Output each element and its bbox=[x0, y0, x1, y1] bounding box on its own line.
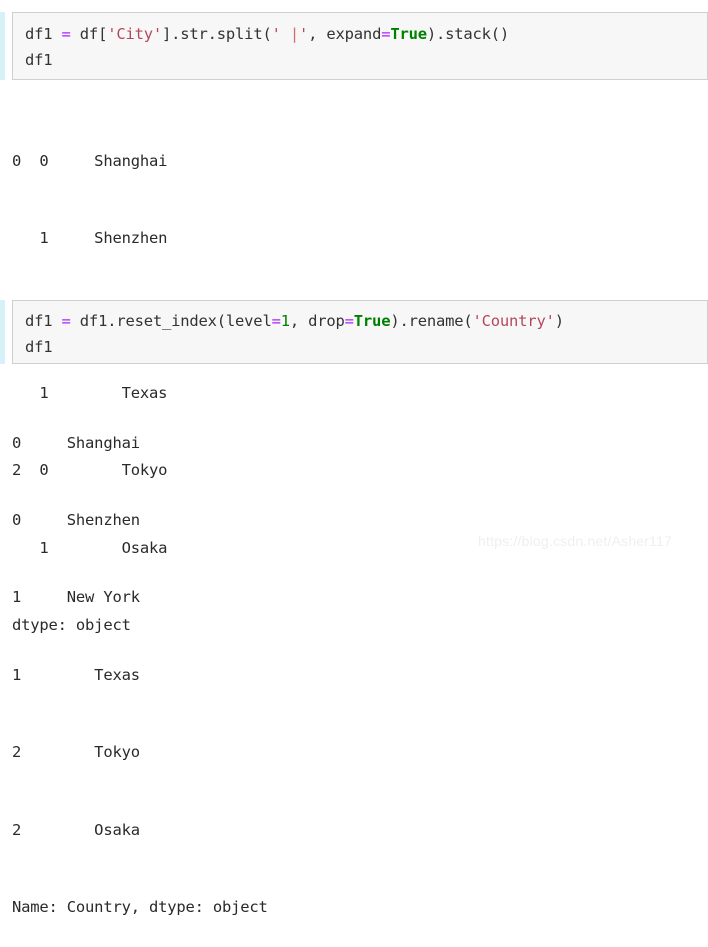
code-token: , expand bbox=[308, 25, 382, 43]
in-prompt-bar-cell-1 bbox=[0, 12, 5, 80]
output-row: 0 0 Shanghai bbox=[12, 151, 168, 170]
code-token: , drop bbox=[289, 312, 345, 330]
code-token: ].str.split( bbox=[162, 25, 272, 43]
code-token: df1 bbox=[25, 312, 62, 330]
code-cell-2[interactable]: df1 = df1.reset_index(level=1, drop=True… bbox=[12, 300, 708, 364]
code-token: = bbox=[344, 312, 354, 330]
code-token: ).rename( bbox=[390, 312, 473, 330]
code-token: = bbox=[381, 25, 391, 43]
code-line-2-2: df1 bbox=[13, 334, 707, 360]
code-token: = bbox=[271, 312, 281, 330]
code-line-1-2: df1 bbox=[13, 47, 707, 73]
output-row: 1 Texas bbox=[12, 665, 140, 684]
output-row: 0 Shenzhen bbox=[12, 510, 140, 529]
cell-2-output: 0 Shanghai 0 Shenzhen 1 New York 1 Texas… bbox=[12, 379, 708, 947]
output-row: 1 New York bbox=[12, 588, 140, 607]
output-name-dtype-row: Name: Country, dtype: object bbox=[12, 897, 268, 916]
watermark: https://blog.csdn.net/Asher117 bbox=[478, 533, 673, 549]
code-token: ' bbox=[271, 25, 290, 43]
output-row: 0 Shanghai bbox=[12, 433, 140, 452]
code-token: 'City' bbox=[107, 25, 162, 43]
in-prompt-bar-cell-2 bbox=[0, 300, 5, 364]
code-token: True bbox=[353, 312, 391, 330]
code-token: df1 bbox=[25, 338, 53, 356]
output-row: 2 Tokyo bbox=[12, 743, 140, 762]
code-line-2-1: df1 = df1.reset_index(level=1, drop=True… bbox=[13, 308, 707, 334]
code-token: df[ bbox=[70, 25, 108, 43]
code-token: ) bbox=[554, 312, 564, 330]
code-token: 'Country' bbox=[472, 312, 555, 330]
code-token: = bbox=[61, 312, 71, 330]
code-token: ).stack() bbox=[426, 25, 510, 43]
code-token: ' bbox=[299, 25, 309, 43]
code-token: = bbox=[61, 25, 71, 43]
code-token: 1 bbox=[280, 312, 290, 330]
output-row: 1 Shenzhen bbox=[12, 228, 168, 247]
code-token: df1 bbox=[25, 51, 53, 69]
code-cell-1[interactable]: df1 = df['City'].str.split(' |', expand=… bbox=[12, 12, 708, 80]
code-token: df1 bbox=[25, 25, 62, 43]
code-token: df1.reset_index(level bbox=[70, 312, 272, 330]
code-token: | bbox=[289, 25, 299, 43]
output-row: 2 Osaka bbox=[12, 820, 140, 839]
code-token: True bbox=[390, 25, 427, 43]
code-line-1-1: df1 = df['City'].str.split(' |', expand=… bbox=[13, 21, 707, 47]
